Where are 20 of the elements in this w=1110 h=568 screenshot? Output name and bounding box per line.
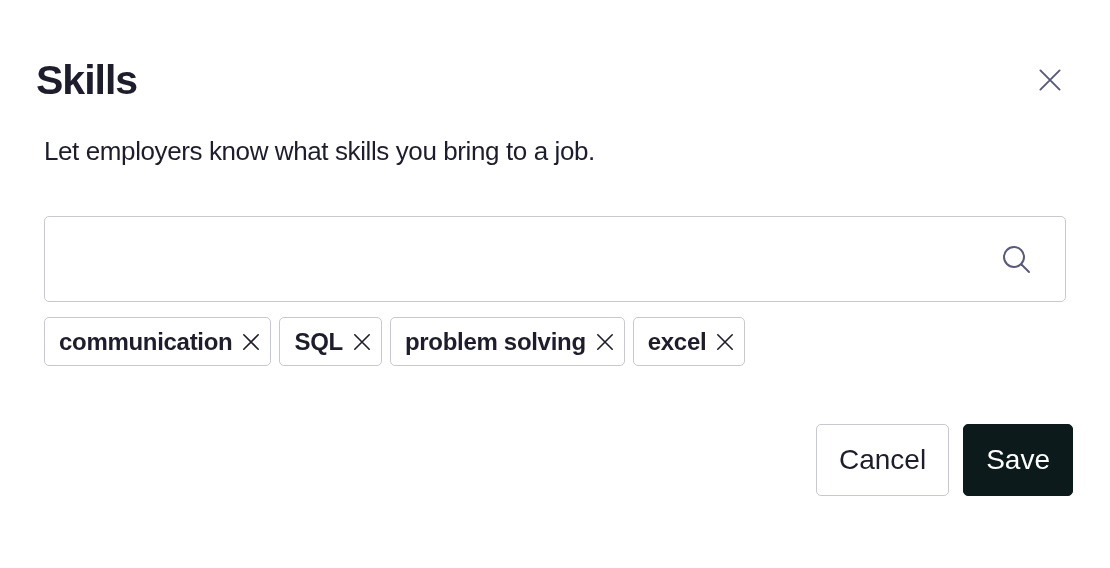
close-icon — [242, 332, 261, 351]
close-icon — [595, 332, 614, 351]
dialog-title: Skills — [36, 56, 138, 104]
remove-skill-button[interactable] — [352, 332, 371, 351]
save-button[interactable]: Save — [963, 424, 1073, 496]
close-icon — [352, 332, 371, 351]
skill-label: SQL — [294, 327, 343, 356]
close-icon — [716, 332, 735, 351]
skill-label: problem solving — [404, 327, 586, 356]
remove-skill-button[interactable] — [242, 332, 261, 351]
dialog-description: Let employers know what skills you bring to a job. — [44, 136, 596, 167]
skill-label: excel — [647, 327, 707, 356]
skill-label: communication — [59, 327, 233, 356]
remove-skill-button[interactable] — [595, 332, 614, 351]
close-icon — [1038, 68, 1062, 92]
remove-skill-button[interactable] — [716, 332, 735, 351]
cancel-button[interactable]: Cancel — [816, 424, 950, 496]
close-button[interactable] — [1038, 68, 1062, 92]
search-field[interactable] — [44, 216, 1066, 302]
search-icon — [1001, 244, 1031, 274]
